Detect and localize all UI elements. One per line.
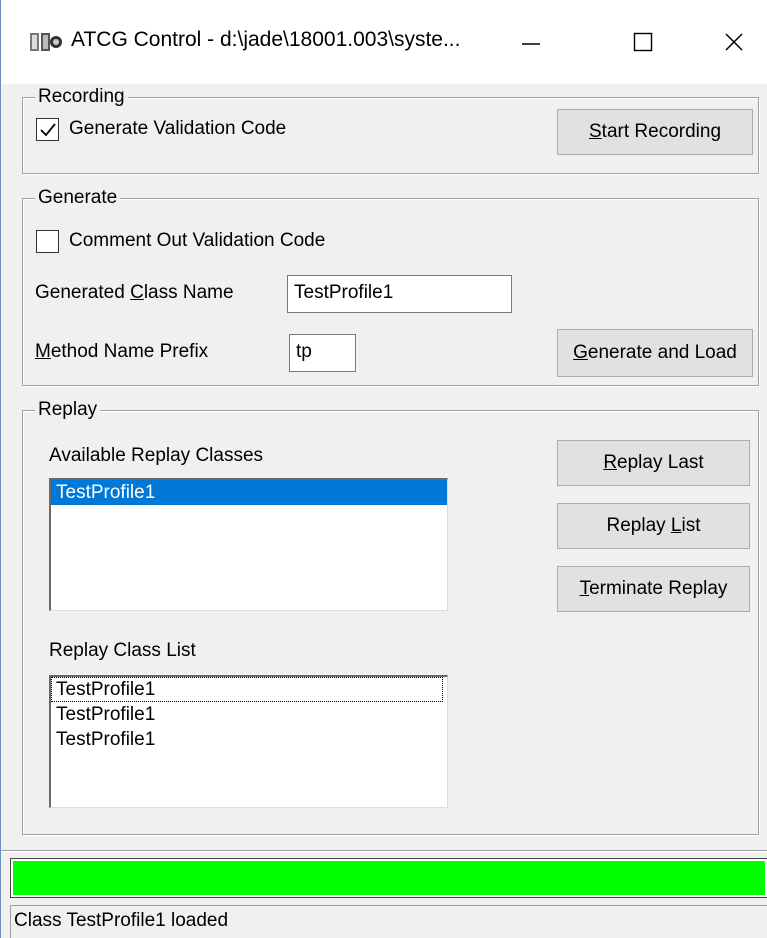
list-item[interactable]: TestProfile1: [51, 677, 443, 702]
class-name-input[interactable]: TestProfile1: [287, 275, 512, 313]
comment-out-label: Comment Out Validation Code: [69, 230, 326, 251]
progress-fill: [13, 861, 765, 895]
progress-bar: [10, 858, 767, 898]
replay-class-list[interactable]: TestProfile1 TestProfile1 TestProfile1: [49, 675, 448, 808]
maximize-button[interactable]: [605, 0, 681, 84]
checkmark-icon: [40, 123, 56, 137]
generate-validation-label: Generate Validation Code: [69, 118, 287, 139]
replay-last-button[interactable]: Replay Last: [557, 440, 750, 486]
minimize-button[interactable]: [493, 0, 569, 84]
available-replay-classes-list[interactable]: TestProfile1: [49, 478, 448, 611]
list-item[interactable]: TestProfile1: [51, 480, 447, 505]
method-prefix-input[interactable]: tp: [289, 334, 356, 372]
separator: [1, 850, 767, 852]
window-title: ATCG Control - d:\jade\18001.003\syste..…: [71, 28, 461, 51]
list-item[interactable]: TestProfile1: [51, 727, 447, 752]
recording-group-label: Recording: [35, 85, 128, 109]
maximize-icon: [633, 32, 653, 52]
close-icon: [725, 33, 743, 51]
comment-out-checkbox[interactable]: [36, 230, 59, 253]
generate-and-load-button[interactable]: Generate and Load: [557, 329, 753, 377]
replay-class-list-label: Replay Class List: [49, 640, 196, 661]
generate-group-label: Generate: [35, 186, 121, 210]
replay-list-button[interactable]: Replay List: [557, 503, 750, 549]
minimize-icon: [522, 43, 540, 45]
method-prefix-label: Method Name Prefix: [35, 341, 209, 362]
list-item[interactable]: TestProfile1: [51, 702, 447, 727]
close-button[interactable]: [696, 0, 767, 84]
start-recording-button[interactable]: Start Recording: [557, 109, 753, 155]
generate-validation-checkbox[interactable]: [36, 118, 59, 141]
3d-app-icon: [29, 29, 63, 55]
atcg-control-window: ATCG Control - d:\jade\18001.003\syste..…: [0, 0, 767, 938]
available-replay-classes-label: Available Replay Classes: [49, 445, 264, 466]
status-bar: Class TestProfile1 loaded: [10, 905, 767, 938]
class-name-label: Generated Class Name: [35, 282, 234, 303]
terminate-replay-button[interactable]: Terminate Replay: [557, 566, 750, 612]
replay-group-label: Replay: [35, 398, 101, 422]
title-bar[interactable]: ATCG Control - d:\jade\18001.003\syste..…: [1, 0, 767, 84]
